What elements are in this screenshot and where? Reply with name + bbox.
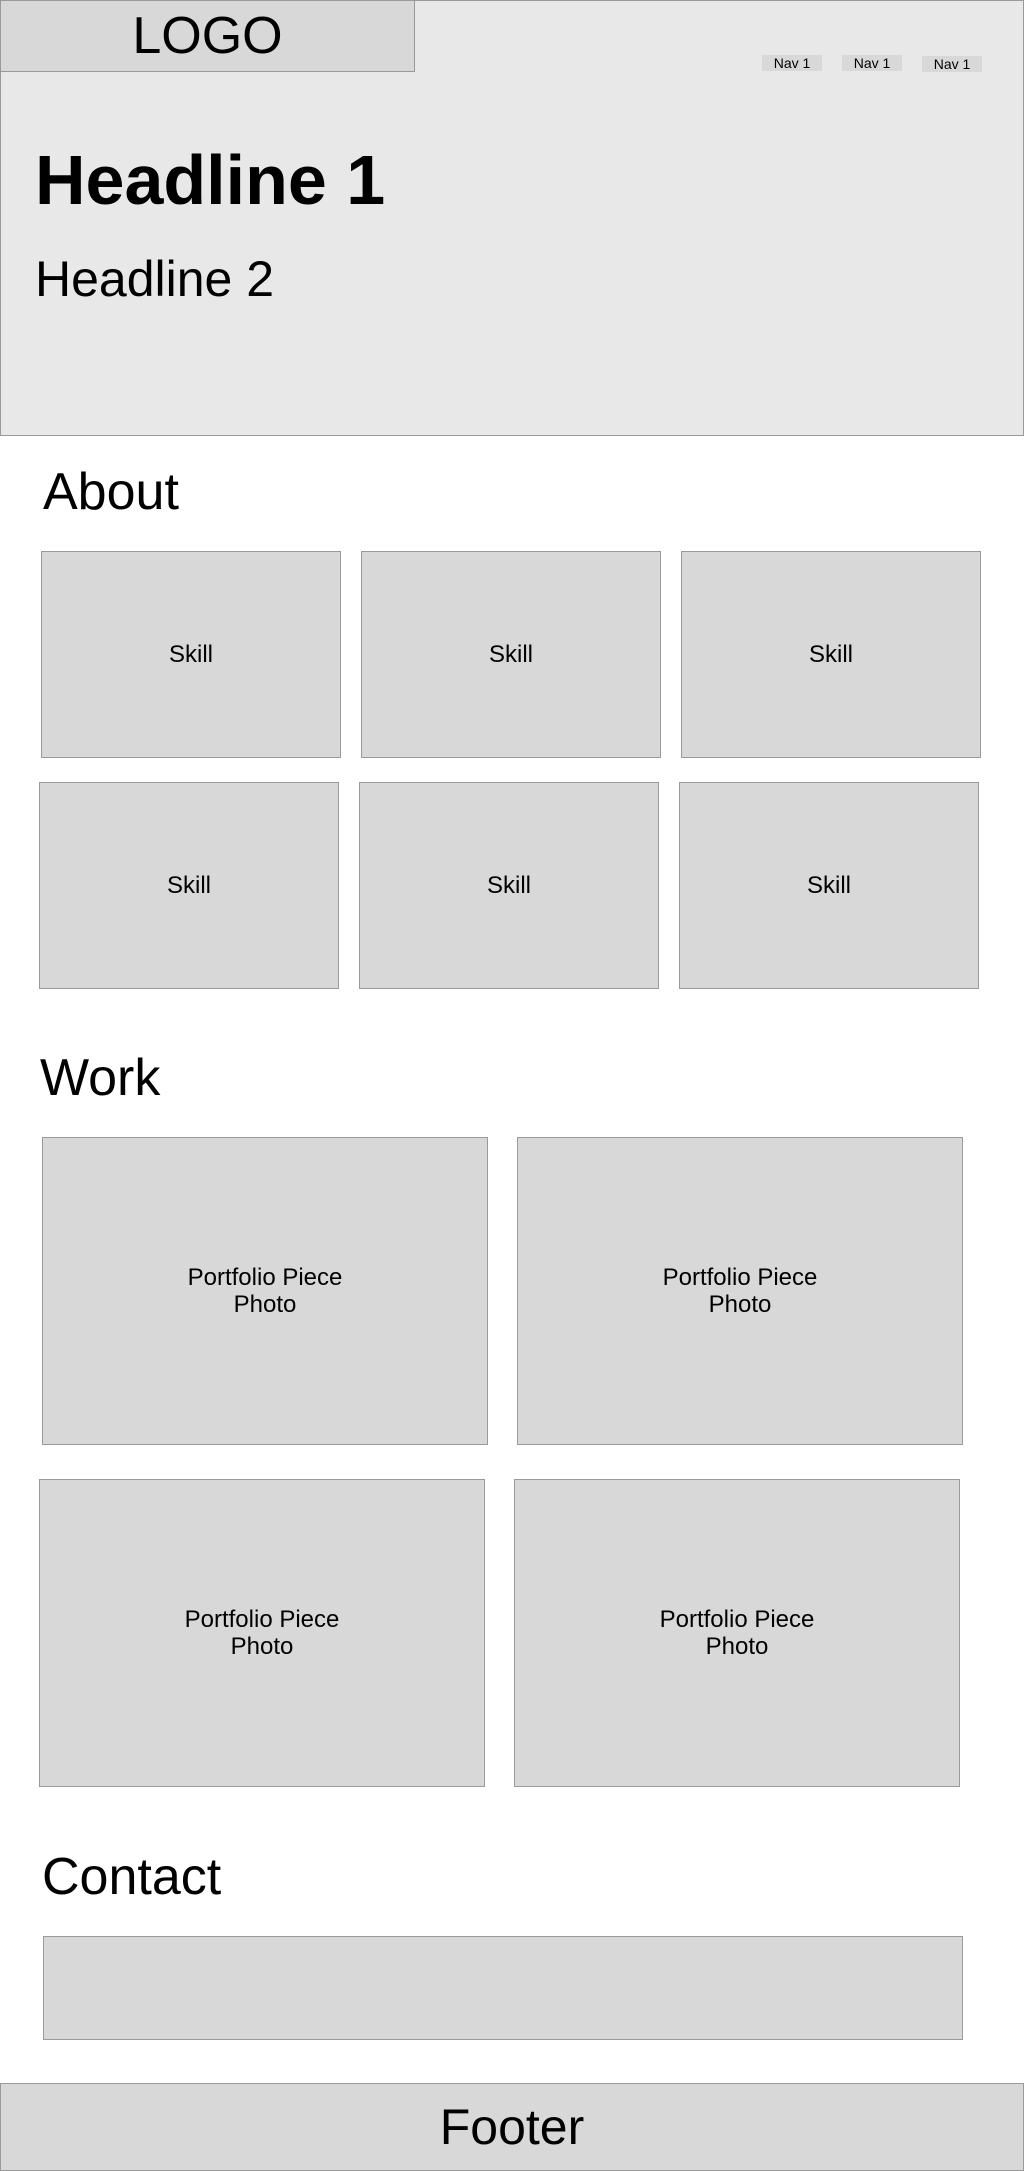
skill-label: Skill — [808, 640, 853, 668]
portfolio-piece-label: Portfolio Piece — [662, 1264, 818, 1291]
contact-title: Contact — [42, 1848, 222, 1906]
portfolio-piece-label: Portfolio Piece — [184, 1606, 340, 1633]
portfolio-piece-sublabel: Photo — [705, 1633, 769, 1660]
skill-label: Skill — [488, 640, 533, 668]
portfolio-piece-label: Portfolio Piece — [659, 1606, 815, 1633]
portfolio-piece-sublabel: Photo — [230, 1633, 294, 1660]
portfolio-piece-sublabel: Photo — [233, 1291, 297, 1318]
contact-form-area[interactable] — [43, 1936, 963, 2040]
skill-label: Skill — [806, 871, 851, 899]
skill-card: Skill — [361, 551, 661, 758]
skill-card: Skill — [41, 551, 341, 758]
skill-card: Skill — [679, 782, 979, 989]
portfolio-piece-photo[interactable]: Portfolio Piece Photo — [517, 1137, 963, 1445]
headline-1: Headline 1 — [35, 141, 386, 219]
nav-item-2[interactable]: Nav 1 — [842, 55, 902, 71]
footer: Footer — [0, 2083, 1024, 2171]
about-title: About — [43, 463, 179, 521]
logo[interactable]: LOGO — [0, 0, 415, 72]
skill-card: Skill — [39, 782, 339, 989]
skill-label: Skill — [168, 640, 213, 668]
skill-card: Skill — [681, 551, 981, 758]
nav-item-3[interactable]: Nav 1 — [922, 56, 982, 72]
skill-label: Skill — [166, 871, 211, 899]
headline-2: Headline 2 — [35, 251, 275, 307]
work-title: Work — [40, 1049, 161, 1107]
footer-label: Footer — [439, 2099, 585, 2155]
skill-card: Skill — [359, 782, 659, 989]
portfolio-piece-photo[interactable]: Portfolio Piece Photo — [42, 1137, 488, 1445]
portfolio-piece-sublabel: Photo — [708, 1291, 772, 1318]
portfolio-piece-photo[interactable]: Portfolio Piece Photo — [39, 1479, 485, 1787]
portfolio-piece-photo[interactable]: Portfolio Piece Photo — [514, 1479, 960, 1787]
skill-label: Skill — [486, 871, 531, 899]
portfolio-piece-label: Portfolio Piece — [187, 1264, 343, 1291]
nav-item-1[interactable]: Nav 1 — [762, 55, 822, 71]
